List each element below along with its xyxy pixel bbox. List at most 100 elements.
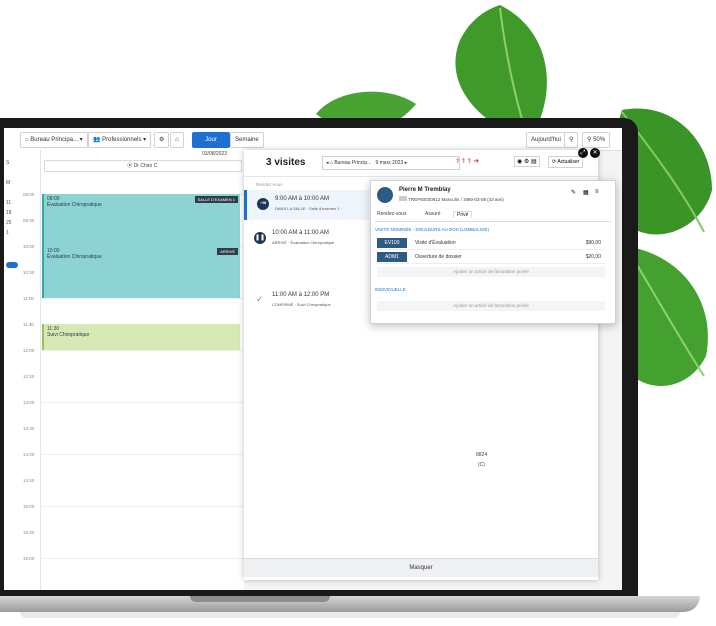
- visit-status: CONFIRMÉ · Suivi Chiropratique: [272, 302, 331, 307]
- professionals-select[interactable]: 👥 Professionnels ▾: [88, 132, 152, 148]
- expand-icon[interactable]: ⤢: [578, 148, 588, 158]
- zoom-control[interactable]: ⚲ 50%: [582, 132, 611, 148]
- visit-item[interactable]: ⇥ 9:00 AM à 10:00 AM DANS LA SALLE · Sal…: [244, 190, 369, 220]
- time-label: 10:00: [23, 244, 35, 249]
- calendar-event[interactable]: 11:30 Suivi Chiropratique: [42, 324, 240, 350]
- visit-status: DANS LA SALLE · Salle d'examen 1 ·: [275, 206, 343, 211]
- time-label: 13:30: [23, 426, 35, 431]
- day-view-button[interactable]: Jour: [192, 132, 230, 148]
- time-label: 09:30: [23, 218, 35, 223]
- mini-calendar-rail: S M 11 18 25 1: [4, 150, 23, 590]
- time-label: 16:00: [23, 556, 35, 561]
- time-label: 10:30: [23, 270, 35, 275]
- card-icon: [399, 196, 407, 201]
- visit-time: 10:00 AM à 11:00 AM: [272, 230, 329, 236]
- billing-code: ADM1: [377, 252, 407, 262]
- visits-count-title: 3 visites: [266, 157, 306, 168]
- time-label: 14:00: [23, 452, 35, 457]
- tab-insured[interactable]: Assuré: [425, 211, 441, 217]
- panel-office-label: Bureau Princip...: [334, 160, 372, 166]
- panel-office-select[interactable]: ◂ ⌂ Bureau Princip... 9 mars 2023 ▸: [322, 156, 460, 170]
- calendar-event[interactable]: 09:00 Évaluation Chiropratique SALLE D'E…: [42, 194, 240, 246]
- rail-item[interactable]: S: [6, 160, 9, 166]
- visit-status: ARRIVÉ · Évaluation Chiropratique: [272, 240, 335, 245]
- time-label: 11:00: [23, 296, 34, 301]
- zoom-value: 50%: [593, 137, 606, 143]
- event-title: Évaluation Chiropratique: [47, 254, 102, 260]
- patient-name: Pierre M Tremblay: [399, 187, 451, 193]
- type-icons[interactable]: ⚕ ⚕ ⚕ ➜: [456, 157, 479, 165]
- filter-icon[interactable]: ⚲: [564, 132, 579, 148]
- professionals-select-label: Professionnels: [102, 137, 142, 143]
- calendar-event[interactable]: 10:00 Évaluation Chiropratique ARRIVÉ: [42, 246, 240, 298]
- visit-time: 9:00 AM à 10:00 AM: [275, 196, 330, 202]
- laptop-notch: [190, 596, 330, 602]
- rail-item[interactable]: 18: [6, 210, 12, 216]
- calendar-date-header: 03/08/2023: [202, 151, 228, 157]
- visits-panel-header: 3 visites ◂ ⌂ Bureau Princip... 9 mars 2…: [244, 150, 598, 177]
- edit-icon[interactable]: ✎: [571, 189, 576, 196]
- list-icon[interactable]: ≡: [595, 189, 599, 195]
- refresh-label: Actualiser: [557, 159, 580, 165]
- hour-line: [40, 454, 244, 455]
- hour-line: [40, 506, 244, 507]
- visit-item[interactable]: ❚❚ 10:00 AM à 11:00 AM ARRIVÉ · Évaluati…: [244, 224, 366, 254]
- today-button[interactable]: Aujourd'hui: [526, 132, 566, 148]
- day-calendar: 03/08/2023 ⦿ Dr Chiro C. 09:00 09:30 10:…: [22, 150, 244, 590]
- time-label: 12:30: [23, 374, 35, 379]
- billing-code: EV100: [377, 238, 407, 248]
- rail-item[interactable]: M: [6, 180, 10, 186]
- visit-item[interactable]: ✓ 11:00 AM à 12:00 PM CONFIRMÉ · Suivi C…: [244, 286, 366, 316]
- hide-button[interactable]: Masquer: [244, 558, 598, 577]
- time-label: 09:00: [23, 192, 35, 197]
- refresh-button[interactable]: ⟳ Actualiser: [548, 156, 584, 168]
- billing-row[interactable]: ADM1 Ouverture de dossier $20,00: [377, 251, 605, 264]
- patient-info: Masculin / 1980-03-08 (43 ans): [441, 197, 504, 202]
- patient-id-value: TREP80030812: [408, 197, 441, 202]
- time-label: 11:30: [23, 322, 34, 327]
- print-icon[interactable]: ◉ ⚙ ▤: [514, 156, 540, 167]
- avatar-icon: [377, 187, 393, 203]
- add-private-billing-button[interactable]: Ajouter un article de facturation privée: [377, 267, 605, 277]
- rail-item[interactable]: 11: [6, 200, 11, 206]
- laptop-base: [0, 596, 700, 612]
- rail-item[interactable]: 25: [6, 220, 12, 226]
- billing-row[interactable]: EV100 Visite d'Évaluation $90,00: [377, 237, 605, 250]
- individual-section-title: INDIVIDUELLE: [375, 287, 406, 292]
- billing-price: $20,00: [585, 254, 601, 260]
- time-label: 13:00: [23, 400, 35, 405]
- rail-item[interactable]: 1: [6, 230, 9, 236]
- home-icon[interactable]: ⌂: [170, 132, 184, 148]
- hour-line: [40, 402, 244, 403]
- calendar-icon[interactable]: ▦: [583, 189, 589, 196]
- tab-appointments[interactable]: Rendez-vous: [377, 211, 406, 217]
- time-label: 15:30: [23, 530, 35, 535]
- office-select[interactable]: ⌂ Bureau Principa... ▾: [20, 132, 88, 148]
- close-icon[interactable]: ✕: [590, 148, 600, 158]
- toggle-switch[interactable]: [6, 262, 18, 268]
- week-view-button[interactable]: Semaine: [230, 132, 264, 148]
- patient-id: TREP80030812 Masculin / 1980-03-08 (43 a…: [399, 196, 504, 202]
- confirmed-icon: ✓: [256, 294, 264, 304]
- add-private-billing-button-2[interactable]: Ajouter un article de facturation privée: [377, 301, 605, 311]
- time-label: 14:30: [23, 478, 35, 483]
- tab-private[interactable]: Privé: [453, 211, 473, 218]
- hour-line: [40, 558, 244, 559]
- time-label: 15:00: [23, 504, 35, 509]
- time-column: [22, 150, 41, 590]
- office-select-label: Bureau Principa...: [30, 137, 78, 143]
- time-label: 12:00: [23, 348, 35, 353]
- billing-section-title: VISITE NOMINÉE - DOULEURS AU DOS (LOMBAL…: [375, 227, 490, 232]
- detail-code-sub: (C): [478, 462, 485, 468]
- settings-icon[interactable]: ⚙: [154, 132, 170, 148]
- calendar-column-header[interactable]: ⦿ Dr Chiro C.: [44, 160, 242, 172]
- panel-date: 9 mars 2023: [375, 160, 404, 166]
- detail-code: 8824: [476, 452, 488, 458]
- appointments-section-label: Rendez-vous: [256, 182, 283, 187]
- hour-line: [40, 350, 244, 351]
- event-title: Suivi Chiropratique: [47, 332, 90, 338]
- arrived-icon: ❚❚: [254, 232, 266, 244]
- billing-desc: Visite d'Évaluation: [415, 240, 456, 246]
- column-title: Dr Chiro C.: [133, 163, 159, 169]
- hour-line: [40, 298, 244, 299]
